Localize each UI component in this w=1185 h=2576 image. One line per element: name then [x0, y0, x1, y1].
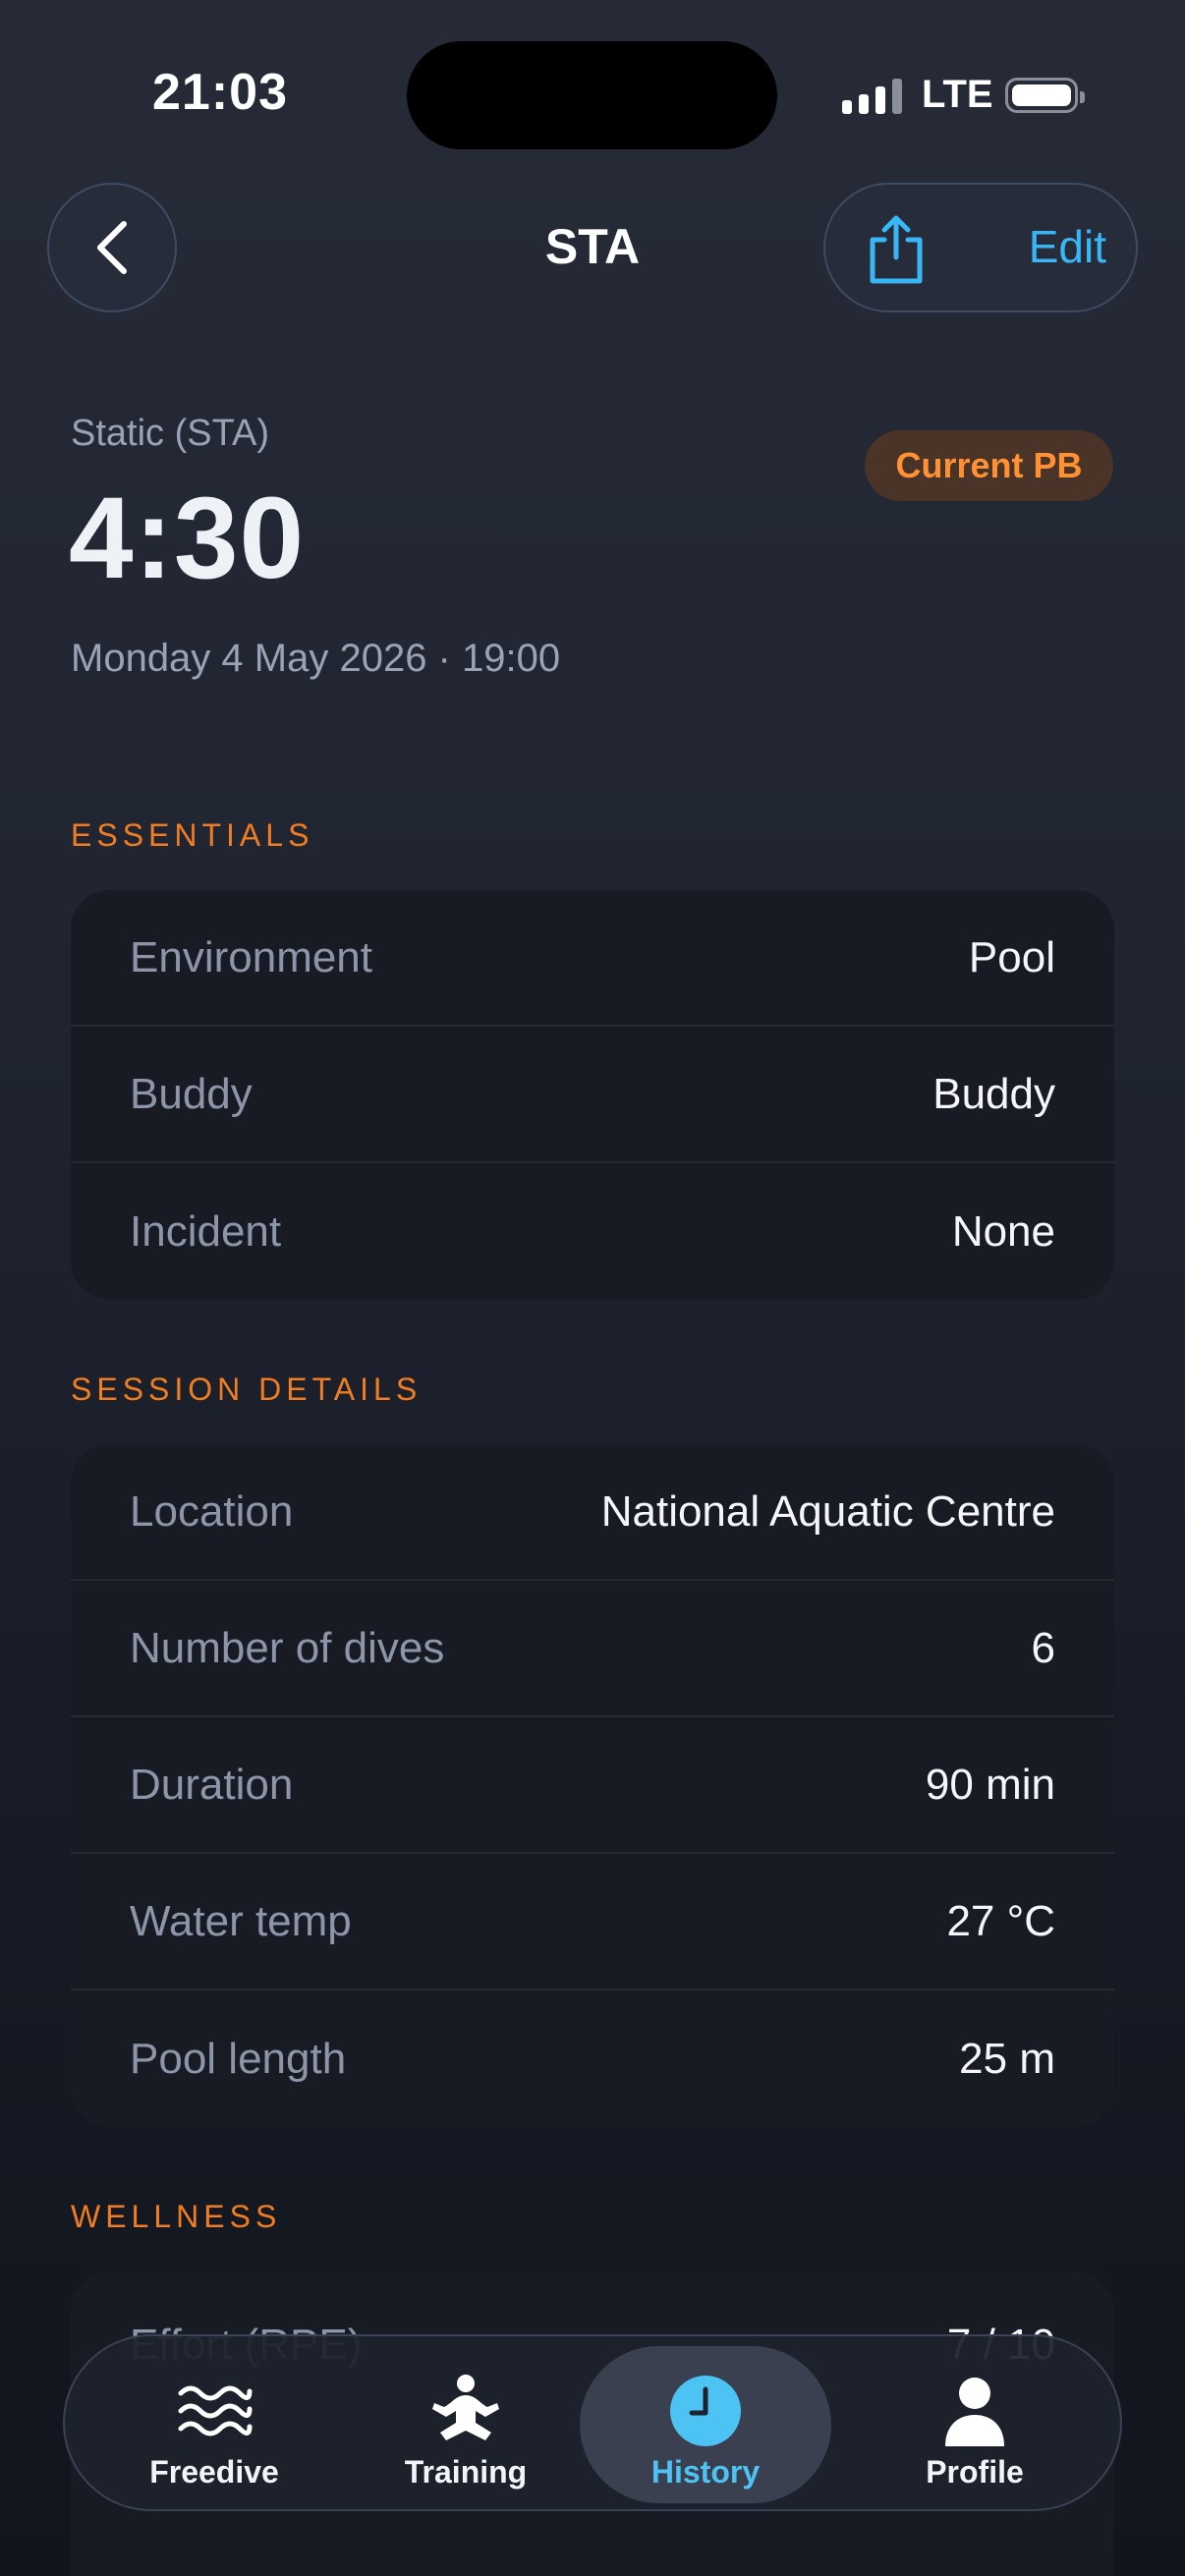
tab-label: History: [650, 2454, 761, 2490]
nav-actions: Edit: [823, 183, 1138, 312]
clock-icon: [670, 2376, 741, 2446]
edit-button[interactable]: Edit: [1029, 220, 1106, 273]
tab-bar: Freedive Training History Profile: [63, 2334, 1122, 2511]
list-item[interactable]: Number of dives 6: [71, 1581, 1114, 1717]
section-header-essentials: ESSENTIALS: [71, 817, 314, 853]
tab-label: Training: [404, 2454, 528, 2490]
activity-label: Static (STA): [71, 413, 269, 454]
meditation-icon: [432, 2375, 499, 2440]
list-item[interactable]: Environment Pool: [71, 890, 1114, 1027]
essentials-card: Environment Pool Buddy Buddy Incident No…: [71, 890, 1114, 1300]
status-time: 21:03: [152, 64, 288, 121]
battery-icon: [1005, 78, 1085, 113]
row-label: Pool length: [130, 2034, 347, 2083]
row-label: Duration: [130, 1760, 294, 1809]
result-time: 4:30: [69, 474, 306, 603]
waves-icon: [178, 2385, 253, 2436]
tab-label: Profile: [926, 2454, 1024, 2490]
list-item[interactable]: Location National Aquatic Centre: [71, 1444, 1114, 1581]
row-label: Water temp: [130, 1896, 352, 1945]
row-label: Number of dives: [130, 1623, 445, 1672]
row-value: 90 min: [925, 1760, 1055, 1809]
row-value: None: [951, 1206, 1055, 1256]
dynamic-island: [407, 41, 777, 149]
tab-label: Freedive: [149, 2454, 279, 2490]
tab-training[interactable]: Training: [340, 2346, 592, 2503]
row-value: National Aquatic Centre: [600, 1486, 1055, 1536]
row-value: Pool: [968, 932, 1055, 981]
signal-icon: [842, 77, 902, 114]
row-label: Buddy: [130, 1069, 253, 1118]
list-item[interactable]: Incident None: [71, 1163, 1114, 1300]
tab-freedive[interactable]: Freedive: [88, 2346, 340, 2503]
list-item[interactable]: Pool length 25 m: [71, 1990, 1114, 2127]
row-value: 6: [1031, 1623, 1055, 1672]
status-badge: Current PB: [865, 430, 1113, 501]
session-details-card: Location National Aquatic Centre Number …: [71, 1444, 1114, 2127]
section-header-wellness: WELLNESS: [71, 2199, 282, 2234]
row-value: 25 m: [959, 2034, 1055, 2083]
row-value: Buddy: [932, 1069, 1055, 1118]
share-button[interactable]: [861, 212, 931, 287]
row-label: Incident: [130, 1206, 282, 1256]
tab-profile[interactable]: Profile: [849, 2346, 1100, 2503]
row-value: 27 °C: [946, 1896, 1055, 1945]
section-header-session-details: SESSION DETAILS: [71, 1372, 423, 1407]
share-icon: [870, 215, 923, 284]
session-date: Monday 4 May 2026 · 19:00: [71, 637, 561, 680]
row-label: Location: [130, 1486, 294, 1536]
list-item[interactable]: Duration 90 min: [71, 1717, 1114, 1854]
network-label: LTE: [922, 73, 993, 116]
row-label: Environment: [130, 932, 373, 981]
list-item[interactable]: Water temp 27 °C: [71, 1854, 1114, 1990]
person-icon: [945, 2378, 1004, 2446]
tab-history[interactable]: History: [580, 2346, 831, 2503]
list-item[interactable]: Buddy Buddy: [71, 1027, 1114, 1163]
status-bar: 21:03 LTE: [0, 0, 1185, 187]
